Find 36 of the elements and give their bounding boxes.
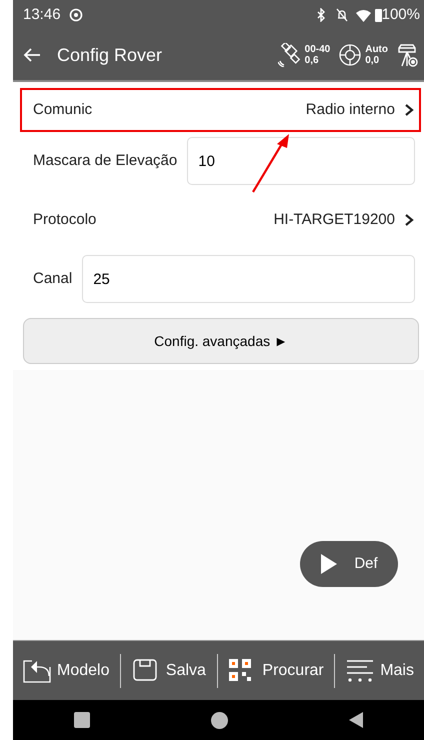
battery-icon bbox=[374, 8, 382, 22]
row-label: Comunic bbox=[33, 100, 94, 120]
toolbar-button[interactable]: Procurar bbox=[222, 658, 330, 684]
satellite-icon bbox=[278, 43, 302, 67]
home-icon[interactable] bbox=[210, 712, 228, 728]
row-value[interactable]: Radio interno bbox=[306, 98, 395, 122]
row-label: Protocolo bbox=[33, 210, 98, 230]
menu-icon bbox=[346, 658, 374, 684]
back-icon[interactable] bbox=[23, 47, 41, 63]
input-field[interactable]: 25 bbox=[82, 255, 415, 303]
recents-icon[interactable] bbox=[74, 712, 90, 728]
bell-off-icon bbox=[336, 8, 348, 22]
input-field[interactable]: 10 bbox=[187, 137, 415, 185]
row-label: Canal bbox=[33, 268, 72, 289]
row-value[interactable]: HI-TARGET19200 bbox=[274, 208, 395, 232]
indicator-value: 00-40 bbox=[304, 44, 330, 55]
clock-time: 13:46 bbox=[23, 4, 61, 25]
toolbar-button[interactable]: Salva bbox=[126, 658, 212, 684]
toolbar-button[interactable]: Mais bbox=[340, 658, 420, 684]
battery-percent: 100% bbox=[382, 4, 420, 25]
indicator-value: 0,6 bbox=[304, 55, 320, 66]
indicator-value: Auto bbox=[365, 44, 388, 55]
indicator-value: 0,0 bbox=[365, 55, 380, 66]
chevron-right-icon[interactable] bbox=[403, 103, 415, 117]
row-label: Mascara de Elevação bbox=[33, 150, 178, 171]
wifi-icon bbox=[356, 8, 371, 22]
screen-title: Config Rover bbox=[57, 44, 164, 67]
play-button[interactable]: Def bbox=[300, 541, 398, 587]
bluetooth-icon bbox=[316, 8, 326, 22]
toolbar-button[interactable]: Modelo bbox=[17, 658, 116, 684]
chevron-right-icon[interactable] bbox=[403, 213, 415, 227]
back-icon[interactable] bbox=[349, 712, 364, 728]
target-icon bbox=[338, 43, 362, 67]
advanced-settings-button[interactable]: Config. avançadas ► bbox=[23, 318, 419, 364]
play-icon bbox=[320, 553, 338, 575]
rover-icon bbox=[396, 42, 418, 68]
